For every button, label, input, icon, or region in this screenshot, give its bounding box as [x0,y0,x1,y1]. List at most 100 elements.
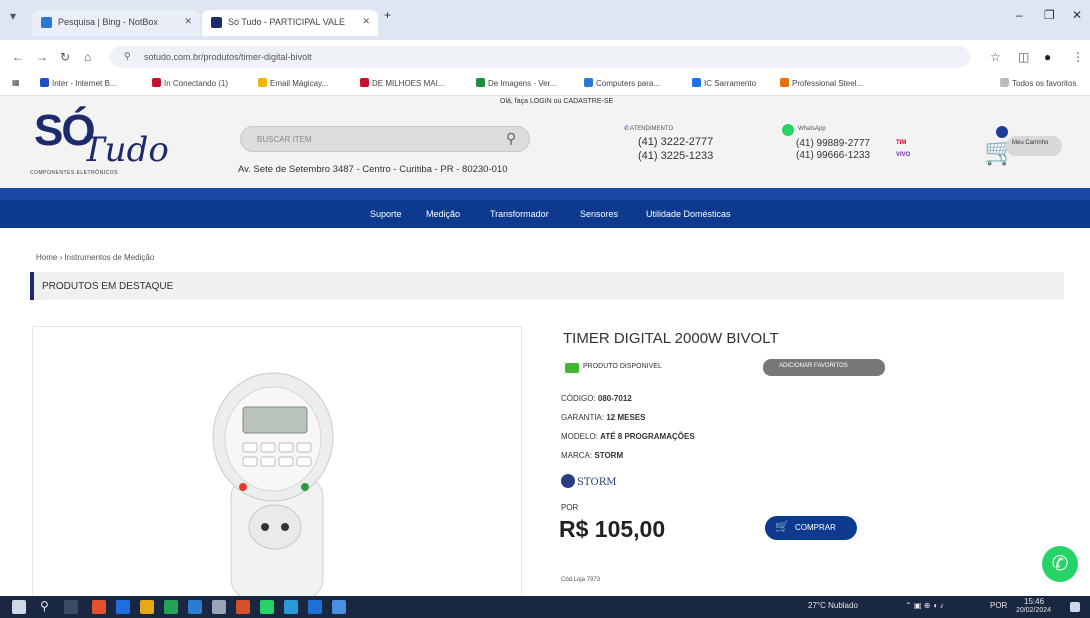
phone-icon: ✆ [624,126,630,132]
phone-number: (41) 3225-1233 [638,150,714,162]
bookmarks-bar: ▦ Inter - Internet B... In Conectando (1… [0,74,1090,96]
category-nav-top [0,188,1090,200]
spec-code: CÓDIGO: 080-7012 [561,394,632,403]
bookmark-item[interactable]: Professional Steel... [780,78,863,88]
price-prefix: POR [561,503,579,512]
taskbar-app-icon[interactable] [212,600,226,614]
weather-widget[interactable]: 27°C Nublado [808,601,858,610]
nav-item-transformador[interactable]: Transformador [490,209,549,219]
site-info-icon[interactable]: ⚲ [124,51,131,62]
product-title: TIMER DIGITAL 2000W BIVOLT [563,330,779,347]
tab-bing[interactable]: Pesquisa | Bing - NotBox ✕ [32,10,200,36]
tab-label: Pesquisa | Bing - NotBox [58,17,158,27]
address-bar-row: ← → ↻ ⌂ ⚲ sotudo.com.br/produtos/timer-d… [0,40,1090,74]
whatsapp-float-button[interactable]: ✆ [1042,546,1078,582]
back-arrow-icon[interactable]: ← [12,50,24,64]
search-input[interactable]: BUSCAR ITEM [240,126,530,152]
add-to-favorites-button[interactable]: ADICIONAR FAVORITOS [763,359,885,376]
timer-device-illustration [212,372,334,600]
bookmark-item[interactable]: De Imagens - Ver... [476,78,556,88]
stock-status: PRODUTO DISPONIVEL [583,363,662,370]
tab-sotudo[interactable]: Só Tudo - PARTICIPAL VALE ✕ [202,10,378,36]
site-header: Olá, faça LOGIN ou CADASTRE-SE SÓ Tudo C… [0,96,1090,188]
tray-icons[interactable]: ⌃ ▣ ⊕ ◖ ♪ [905,601,944,610]
extensions-icon[interactable]: ◫ [1018,50,1029,64]
taskbar-app-icon[interactable] [236,600,250,614]
my-cart-button[interactable]: Meu Carrinho [1006,136,1062,156]
sotudo-favicon-icon [211,17,222,28]
phone-number: (41) 3222-2777 [638,136,714,148]
minimize-icon[interactable]: – [1016,8,1023,22]
bookmark-item[interactable]: Email Mágicay... [258,78,328,88]
bookmark-item[interactable]: IC Sarramento [692,78,756,88]
task-view-icon[interactable] [64,600,78,614]
whatsapp-label: WhatsApp [798,126,826,132]
bing-favicon-icon [41,17,52,28]
section-title: PRODUTOS EM DESTAQUE [30,272,1064,300]
login-hint[interactable]: Olá, faça LOGIN ou CADASTRE-SE [500,98,613,105]
spec-brand: MARCA: STORM [561,451,624,460]
search-icon[interactable]: ⚲ [40,599,49,613]
nav-item-utilidades[interactable]: Utilidade Domésticas [646,209,731,219]
taskbar-app-icon[interactable] [164,600,178,614]
close-icon[interactable]: ✕ [184,16,192,27]
logo-tudo-text: Tudo [82,130,169,170]
windows-taskbar: ⚲ 27°C Nublado ⌃ ▣ ⊕ ◖ ♪ POR 15:46 20/02… [0,596,1090,618]
whatsapp-number: (41) 99666-1233 [796,150,870,161]
taskbar-app-icon[interactable] [284,600,298,614]
phone-label: ATENDIMENTO [630,126,674,132]
tab-menu-icon[interactable]: ▾ [10,9,16,23]
whatsapp-number: (41) 99889-2777 [796,138,870,149]
apps-grid-icon[interactable]: ▦ [12,78,20,87]
spec-model: MODELO: ATÉ 8 PROGRAMAÇÕES [561,432,695,441]
close-icon[interactable]: ✕ [362,16,370,27]
star-icon[interactable]: ☆ [990,50,1001,64]
bookmark-item[interactable]: In Conectando (1) [152,78,228,88]
chrome-icon[interactable] [92,600,106,614]
product-image[interactable] [32,326,522,600]
bookmark-item[interactable]: DE MILHOES MAI... [360,78,444,88]
language-indicator[interactable]: POR [990,601,1007,610]
url-field[interactable]: ⚲ sotudo.com.br/produtos/timer-digital-b… [110,46,970,68]
brand-logo[interactable]: STORM [561,474,617,488]
profile-icon[interactable]: ● [1044,50,1051,64]
breadcrumb[interactable]: Home › Instrumentos de Medição [36,253,154,262]
truck-icon [565,363,579,373]
clock-date[interactable]: 20/02/2024 [1016,607,1051,614]
kebab-menu-icon[interactable]: ⋮ [1072,50,1084,64]
maximize-icon[interactable]: ❐ [1044,8,1055,22]
whatsapp-icon [782,124,794,136]
site-logo[interactable]: SÓ Tudo COMPONENTES ELETRÔNICOS [26,102,169,180]
window-close-icon[interactable]: ✕ [1072,8,1082,22]
bookmark-item[interactable]: Computers para... [584,78,660,88]
new-tab-plus-icon[interactable]: + [384,8,391,22]
vivo-badge: VIVO [896,152,911,158]
nav-item-medicao[interactable]: Medição [426,209,460,219]
all-bookmarks-item[interactable]: Todos os favoritos [1000,78,1076,88]
nav-item-suporte[interactable]: Suporte [370,209,402,219]
url-text: sotudo.com.br/produtos/timer-digital-biv… [144,52,312,62]
explorer-icon[interactable] [140,600,154,614]
taskbar-app-icon[interactable] [308,600,322,614]
nav-item-sensores[interactable]: Sensores [580,209,618,219]
notification-icon[interactable] [1070,602,1080,612]
bookmark-item[interactable]: Inter - Internet B... [40,78,116,88]
home-icon[interactable]: ⌂ [84,50,91,64]
search-icon[interactable]: ⚲ [506,130,516,147]
tab-label: Só Tudo - PARTICIPAL VALE [228,17,346,27]
spec-warranty: GARANTIA: 12 MESES [561,413,646,422]
browser-tab-bar: ▾ Pesquisa | Bing - NotBox ✕ Só Tudo - P… [0,0,1090,40]
tim-badge: TIM [896,140,907,146]
taskbar-app-icon[interactable] [116,600,130,614]
product-price: R$ 105,00 [559,516,666,542]
reload-icon[interactable]: ↻ [60,50,70,64]
taskbar-app-icon[interactable] [332,600,346,614]
storm-logo-icon [561,474,575,488]
forward-arrow-icon[interactable]: → [36,50,48,64]
category-nav: Suporte Medição Transformador Sensores U… [0,200,1090,228]
clock-time[interactable]: 15:46 [1024,597,1044,606]
taskbar-app-icon[interactable] [188,600,202,614]
windows-start-icon[interactable] [12,600,26,614]
logo-tagline: COMPONENTES ELETRÔNICOS [30,170,118,176]
whatsapp-icon[interactable] [260,600,274,614]
